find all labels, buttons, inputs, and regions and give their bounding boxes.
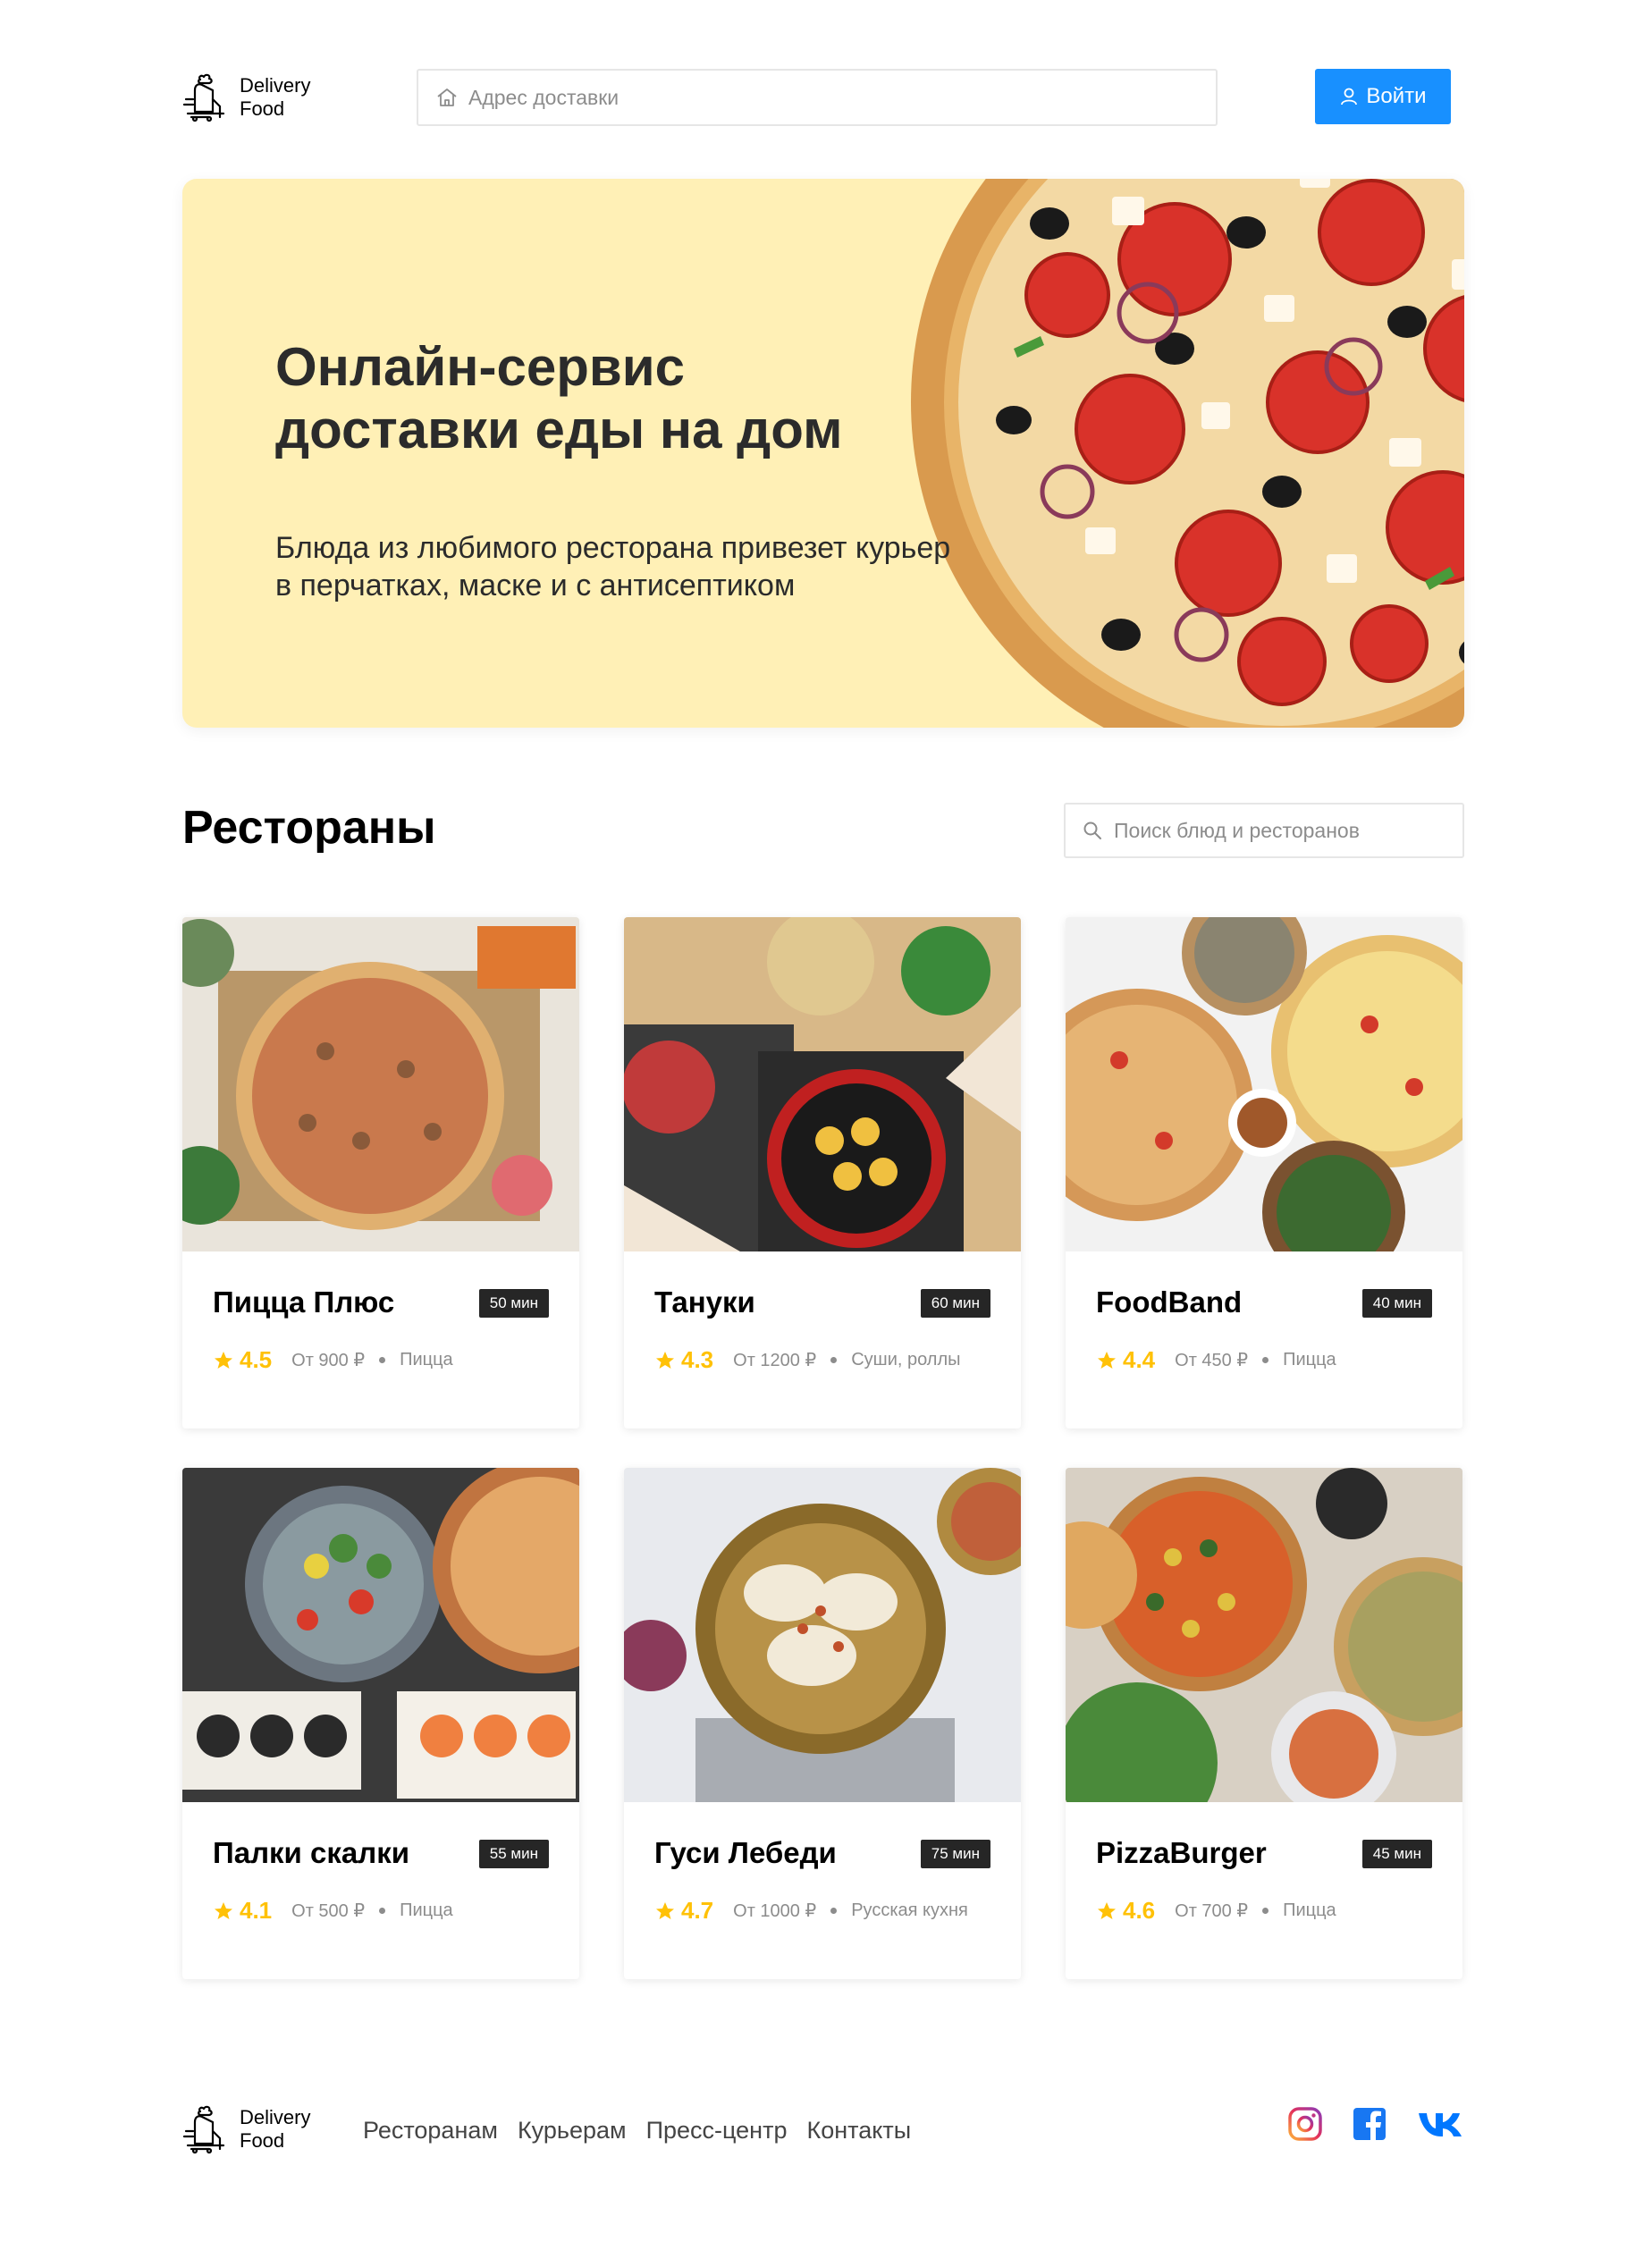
star-icon xyxy=(656,1901,674,1919)
rating: 4.5 xyxy=(240,1346,273,1373)
login-button[interactable]: Войти xyxy=(1315,69,1451,124)
restaurant-image xyxy=(1066,917,1462,1251)
logo-icon xyxy=(182,73,225,122)
separator-dot xyxy=(1262,1908,1269,1914)
separator-dot xyxy=(379,1908,386,1914)
delivery-time-badge: 50 мин xyxy=(478,1289,549,1318)
rating: 4.4 xyxy=(1123,1346,1156,1373)
footer-link-contacts[interactable]: Контакты xyxy=(806,2117,911,2145)
min-price: От 900 ₽ xyxy=(291,1351,366,1370)
separator-dot xyxy=(830,1908,838,1914)
search-icon xyxy=(1083,822,1101,839)
restaurant-card[interactable]: PizzaBurger 45 мин 4.6 От 700 ₽ Пицца xyxy=(1066,1468,1462,1979)
restaurant-info: 4.6 От 700 ₽ Пицца xyxy=(1096,1897,1336,1925)
promo-title: Онлайн-сервис доставки еды на дом xyxy=(275,336,919,461)
restaurant-image xyxy=(624,917,1021,1251)
footer-logo[interactable]: Delivery Food xyxy=(182,2101,325,2158)
footer: Delivery Food Ресторанам Курьерам Пресс-… xyxy=(182,2101,1464,2158)
address-input[interactable] xyxy=(468,85,1166,110)
logo-text: Delivery Food xyxy=(240,74,310,121)
star-icon xyxy=(656,1351,674,1369)
search-field[interactable] xyxy=(1064,803,1464,858)
promo-text-line2: в перчатках, маске и с антисептиком xyxy=(275,569,796,603)
delivery-time-badge: 55 мин xyxy=(478,1840,549,1868)
footer-nav: Ресторанам Курьерам Пресс-центр Контакты xyxy=(363,2117,911,2145)
delivery-time-badge: 60 мин xyxy=(920,1289,990,1318)
category: Русская кухня xyxy=(851,1900,968,1920)
vk-icon[interactable] xyxy=(1416,2106,1464,2142)
promo-text: Блюда из любимого ресторана привезет кур… xyxy=(275,529,1017,604)
min-price: От 1000 ₽ xyxy=(733,1901,817,1921)
restaurant-info: 4.3 От 1200 ₽ Суши, роллы xyxy=(654,1346,961,1374)
instagram-icon[interactable] xyxy=(1287,2106,1323,2142)
rating: 4.7 xyxy=(681,1897,714,1924)
star-icon xyxy=(215,1351,232,1369)
rating: 4.1 xyxy=(240,1897,273,1924)
logo-line1: Delivery xyxy=(240,74,311,97)
category: Суши, роллы xyxy=(851,1350,961,1369)
restaurant-info: 4.4 От 450 ₽ Пицца xyxy=(1096,1346,1336,1374)
delivery-time-badge: 40 мин xyxy=(1361,1289,1432,1318)
footer-link-couriers[interactable]: Курьерам xyxy=(518,2117,627,2145)
footer-link-press[interactable]: Пресс-центр xyxy=(646,2117,788,2145)
separator-dot xyxy=(1262,1357,1269,1363)
delivery-time-badge: 75 мин xyxy=(920,1840,990,1868)
promo-text-line1: Блюда из любимого ресторана привезет кур… xyxy=(275,531,951,565)
category: Пицца xyxy=(400,1900,453,1920)
search-input[interactable] xyxy=(1114,818,1454,843)
user-icon xyxy=(1341,88,1358,105)
logo-line1: Delivery xyxy=(240,2106,311,2128)
star-icon xyxy=(1098,1351,1116,1369)
restaurant-name: Пицца Плюс xyxy=(213,1285,395,1319)
logo[interactable]: Delivery Food xyxy=(182,69,325,126)
restaurant-image xyxy=(182,917,579,1251)
restaurant-card[interactable]: Палки скалки 55 мин 4.1 От 500 ₽ Пицца xyxy=(182,1468,579,1979)
promo-title-line1: Онлайн-сервис xyxy=(275,337,686,397)
restaurants-title: Рестораны xyxy=(182,802,436,854)
home-icon xyxy=(437,88,457,106)
restaurant-card[interactable]: Тануки 60 мин 4.3 От 1200 ₽ Суши, роллы xyxy=(624,917,1021,1428)
delivery-time-badge: 45 мин xyxy=(1361,1840,1432,1868)
logo-line2: Food xyxy=(240,2129,285,2152)
star-icon xyxy=(1098,1901,1116,1919)
min-price: От 700 ₽ xyxy=(1175,1901,1249,1921)
facebook-icon[interactable] xyxy=(1352,2106,1387,2142)
logo-line2: Food xyxy=(240,97,285,120)
restaurant-card[interactable]: FoodBand 40 мин 4.4 От 450 ₽ Пицца xyxy=(1066,917,1462,1428)
logo-icon xyxy=(182,2105,225,2154)
restaurant-info: 4.1 От 500 ₽ Пицца xyxy=(213,1897,453,1925)
header: Delivery Food Войти xyxy=(182,69,1464,126)
min-price: От 500 ₽ xyxy=(291,1901,366,1921)
rating: 4.3 xyxy=(681,1346,714,1373)
restaurant-name: FoodBand xyxy=(1096,1285,1243,1319)
restaurant-image xyxy=(182,1468,579,1802)
promo-title-line2: доставки еды на дом xyxy=(275,400,843,459)
logo-text: Delivery Food xyxy=(240,2106,310,2153)
category: Пицца xyxy=(1283,1350,1336,1369)
address-field[interactable] xyxy=(417,69,1218,126)
separator-dot xyxy=(830,1357,838,1363)
star-icon xyxy=(215,1901,232,1919)
restaurant-image xyxy=(1066,1468,1462,1802)
restaurant-name: Тануки xyxy=(654,1285,755,1319)
social-links xyxy=(1287,2106,1464,2142)
promo-banner: Онлайн-сервис доставки еды на дом Блюда … xyxy=(182,179,1464,728)
restaurant-name: Гуси Лебеди xyxy=(654,1836,837,1869)
restaurant-info: 4.5 От 900 ₽ Пицца xyxy=(213,1346,453,1374)
category: Пицца xyxy=(1283,1900,1336,1920)
login-label: Войти xyxy=(1366,84,1427,108)
pizza-image xyxy=(911,179,1464,728)
restaurant-name: Палки скалки xyxy=(213,1836,409,1869)
footer-link-restaurants[interactable]: Ресторанам xyxy=(363,2117,498,2145)
separator-dot xyxy=(379,1357,386,1363)
category: Пицца xyxy=(400,1350,453,1369)
restaurant-card[interactable]: Гуси Лебеди 75 мин 4.7 От 1000 ₽ Русская… xyxy=(624,1468,1021,1979)
restaurant-name: PizzaBurger xyxy=(1096,1836,1267,1869)
restaurant-card[interactable]: Пицца Плюс 50 мин 4.5 От 900 ₽ Пицца xyxy=(182,917,579,1428)
min-price: От 1200 ₽ xyxy=(733,1351,817,1370)
restaurant-info: 4.7 От 1000 ₽ Русская кухня xyxy=(654,1897,968,1925)
min-price: От 450 ₽ xyxy=(1175,1351,1249,1370)
rating: 4.6 xyxy=(1123,1897,1156,1924)
restaurant-image xyxy=(624,1468,1021,1802)
